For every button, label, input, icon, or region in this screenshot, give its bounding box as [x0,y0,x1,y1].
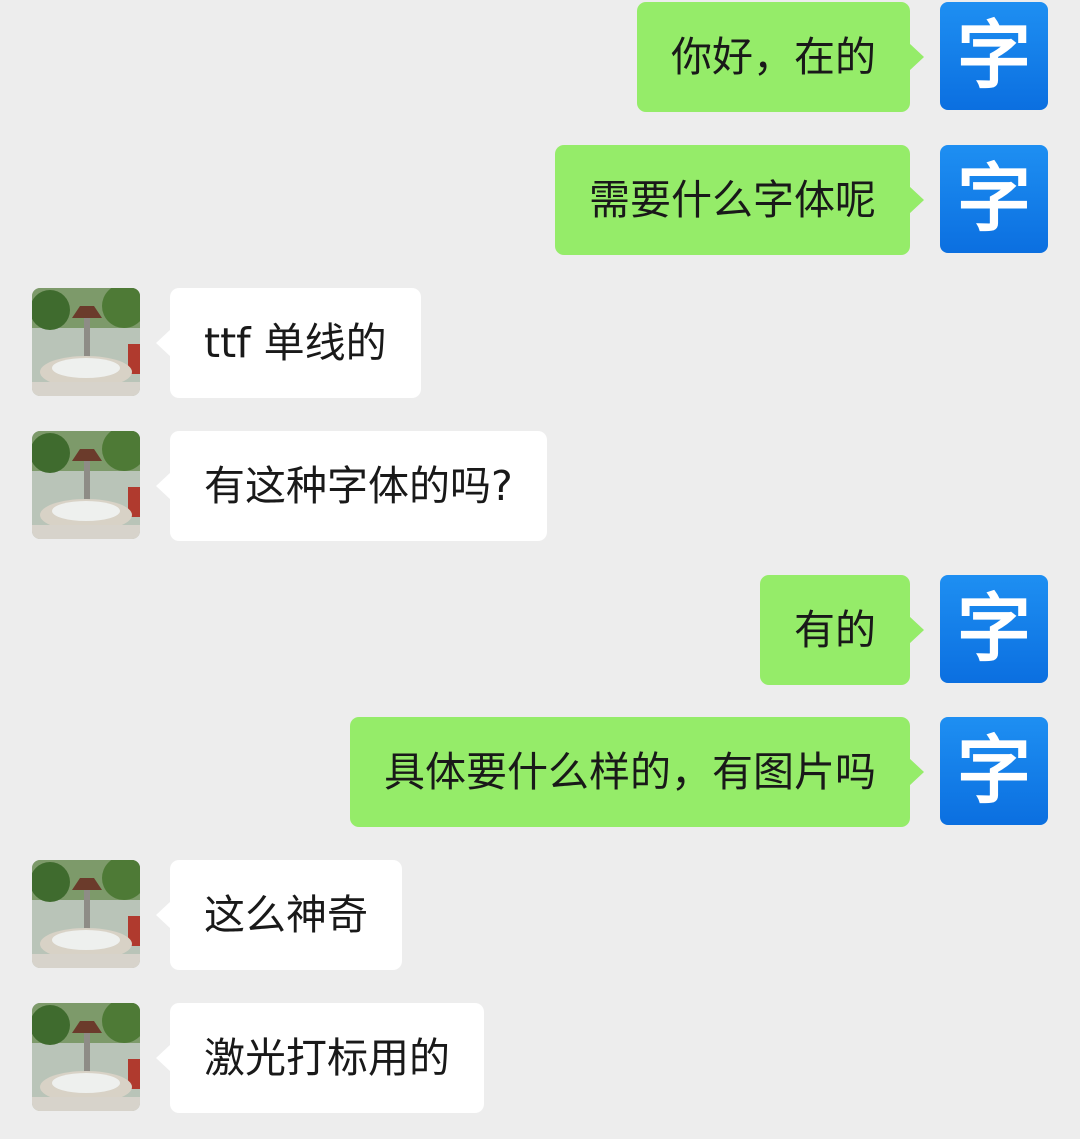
message-row-incoming: ttf 单线的 [0,288,1080,398]
character-zi-avatar-icon: 字 [957,586,1031,672]
contact-avatar[interactable] [32,431,140,539]
message-bubble-incoming[interactable]: 激光打标用的 [156,1003,484,1113]
message-bubble-outgoing[interactable]: 有的 [760,575,924,685]
message-bubble-incoming[interactable]: 这么神奇 [156,860,402,970]
fountain-photo-avatar-icon [32,288,140,396]
message-bubble-incoming[interactable]: 有这种字体的吗? [156,431,547,541]
message-row-incoming: 这么神奇 [0,860,1080,970]
contact-avatar[interactable] [32,288,140,396]
message-bubble-outgoing[interactable]: 需要什么字体呢 [555,145,924,255]
message-row-outgoing: 需要什么字体呢 字 [0,145,1080,255]
character-zi-avatar-icon: 字 [957,156,1031,242]
message-row-incoming: 激光打标用的 [0,1003,1080,1113]
message-bubble-outgoing[interactable]: 具体要什么样的，有图片吗 [350,717,924,827]
message-row-outgoing: 具体要什么样的，有图片吗 字 [0,717,1080,827]
message-bubble-incoming[interactable]: ttf 单线的 [156,288,421,398]
contact-avatar[interactable] [32,860,140,968]
character-zi-avatar-icon: 字 [957,728,1031,814]
self-avatar[interactable]: 字 [940,2,1048,110]
character-zi-avatar-icon: 字 [957,13,1031,99]
chat-message-list[interactable]: 你好，在的 字 需要什么字体呢 字 ttf 单线的 有这种字体的吗? 有的 字 … [0,0,1080,1139]
fountain-photo-avatar-icon [32,860,140,968]
message-row-outgoing: 你好，在的 字 [0,2,1080,112]
fountain-photo-avatar-icon [32,1003,140,1111]
self-avatar[interactable]: 字 [940,145,1048,253]
fountain-photo-avatar-icon [32,431,140,539]
message-row-outgoing: 有的 字 [0,575,1080,685]
contact-avatar[interactable] [32,1003,140,1111]
message-bubble-outgoing[interactable]: 你好，在的 [637,2,924,112]
message-row-incoming: 有这种字体的吗? [0,431,1080,541]
self-avatar[interactable]: 字 [940,717,1048,825]
self-avatar[interactable]: 字 [940,575,1048,683]
